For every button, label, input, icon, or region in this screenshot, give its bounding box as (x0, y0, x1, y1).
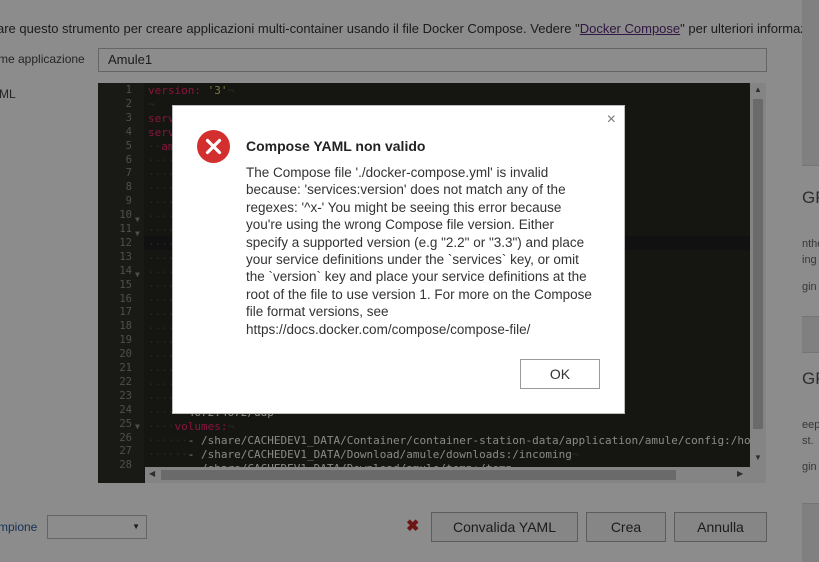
ok-button[interactable]: OK (520, 359, 600, 389)
modal-title: Compose YAML non valido (246, 138, 426, 154)
error-modal: × Compose YAML non valido The Compose fi… (172, 105, 625, 414)
close-icon[interactable]: × (607, 111, 616, 129)
error-icon (197, 130, 230, 163)
modal-message: The Compose file './docker-compose.yml' … (246, 165, 592, 337)
